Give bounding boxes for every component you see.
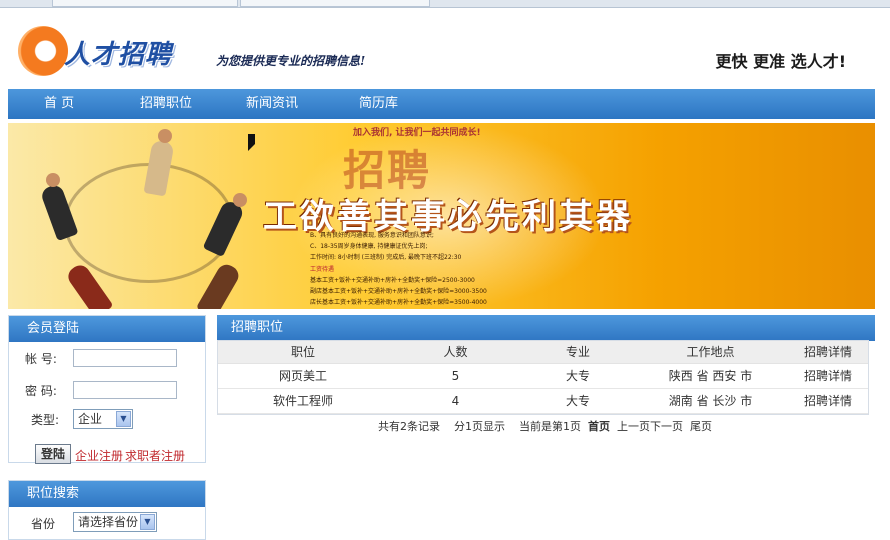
password-input[interactable] (73, 381, 177, 399)
login-panel: 会员登陆 帐 号: 密 码: 类型: 企业 ▼ 登陆 企业注册 求职者注册 (8, 315, 206, 464)
pager-prev-link[interactable]: 上一页 (617, 420, 650, 433)
browser-tab[interactable] (52, 0, 238, 7)
job-position[interactable]: 软件工程师 (218, 388, 388, 414)
job-location: 陕西 省 西安 市 (633, 363, 788, 389)
column-header-count: 人数 (388, 341, 523, 364)
table-row[interactable]: 网页美工 5 大专 陕西 省 西安 市 招聘详情 (218, 363, 868, 389)
banner-line: B、具有良好的沟通表现, 服务意识和团队意识; (310, 232, 434, 239)
account-label: 帐 号: (25, 352, 57, 366)
job-major: 大专 (523, 388, 633, 414)
jobs-panel-title: 招聘职位 (217, 315, 875, 341)
logo-emblem-icon (18, 26, 68, 76)
nav-item-resumes[interactable]: 简历库 (359, 89, 398, 119)
nav-item-jobs[interactable]: 招聘职位 (140, 89, 192, 119)
pager-next-link[interactable]: 下一页 (650, 420, 683, 433)
banner-person-head (46, 173, 60, 187)
company-register-link[interactable]: 企业注册 (75, 447, 123, 464)
logo-text: 人才招聘 (64, 40, 173, 70)
browser-tab-strip (0, 0, 890, 8)
jobs-table-header-row: 职位 人数 专业 工作地点 招聘详情 (218, 341, 868, 364)
province-label: 省份 (31, 517, 56, 531)
password-label: 密 码: (25, 384, 57, 398)
pager-pages: 分1页显示 (454, 420, 505, 433)
banner-line: C、18-35周岁身体健康, 持健康证优先上岗; (310, 243, 428, 250)
pagination: 共有2条记录 分1页显示 当前是第1页 首页 上一页下一页 尾页 (378, 418, 712, 434)
seeker-register-link[interactable]: 求职者注册 (125, 447, 185, 464)
nav-item-home[interactable]: 首 页 (44, 89, 74, 119)
user-type-select[interactable]: 企业 ▼ (73, 409, 133, 429)
pager-first-link[interactable]: 首页 (588, 420, 610, 433)
job-detail-link[interactable]: 招聘详情 (788, 363, 868, 389)
column-header-location: 工作地点 (633, 341, 788, 364)
column-header-major: 专业 (523, 341, 633, 364)
user-type-value: 企业 (78, 412, 103, 426)
browser-tab[interactable] (240, 0, 430, 7)
site-header: 人才招聘 为您提供更专业的招聘信息! 更快 更准 选人才! (0, 8, 890, 88)
province-value: 请选择省份 (78, 515, 139, 529)
banner-person-head (233, 193, 247, 207)
job-position[interactable]: 网页美工 (218, 363, 388, 389)
pager-total: 共有2条记录 (378, 420, 440, 433)
job-major: 大专 (523, 363, 633, 389)
banner-person-head (158, 129, 172, 143)
job-location: 湖南 省 长沙 市 (633, 388, 788, 414)
province-select[interactable]: 请选择省份 ▼ (73, 512, 157, 532)
banner-line: 工资待遇 (310, 266, 335, 273)
type-label: 类型: (31, 413, 60, 427)
chevron-down-icon: ▼ (116, 411, 131, 427)
column-header-detail: 招聘详情 (788, 341, 868, 364)
banner-line: 店长基本工资+饭补+交通补助+房补+全勤奖+保险=3500-4000 (310, 299, 487, 306)
column-header-position: 职位 (218, 341, 388, 364)
login-panel-title: 会员登陆 (9, 316, 205, 342)
jobs-table: 职位 人数 专业 工作地点 招聘详情 网页美工 5 大专 陕西 省 西安 市 招… (218, 341, 868, 414)
login-button[interactable]: 登陆 (35, 444, 71, 464)
site-logo[interactable]: 人才招聘 (18, 26, 218, 78)
job-search-panel: 职位搜索 省份 请选择省份 ▼ (8, 480, 206, 540)
banner-line: 副店基本工资+饭补+交通补助+房补+全勤奖+保险=3000-3500 (310, 288, 487, 295)
job-search-title: 职位搜索 (9, 481, 205, 507)
site-slogan: 为您提供更专业的招聘信息! (216, 54, 366, 68)
banner-line: 工作时间: 8小时制 (三班制) 完成后, 最晚下班不超22:30 (310, 254, 462, 261)
banner-line: 基本工资+饭补+交通补助+房补+全勤奖+保险=2500-3000 (310, 277, 475, 284)
job-count: 5 (388, 363, 523, 389)
table-row[interactable]: 软件工程师 4 大专 湖南 省 长沙 市 招聘详情 (218, 388, 868, 414)
pager-current: 当前是第1页 (519, 420, 581, 433)
site-tagline: 更快 更准 选人才! (715, 52, 846, 71)
hero-banner: 加入我们, 让我们一起共同成长! 招聘 工欲善其事必先利其器 B、具有良好的沟通… (8, 123, 875, 309)
mouse-cursor-icon (248, 134, 255, 151)
job-detail-link[interactable]: 招聘详情 (788, 388, 868, 414)
nav-item-news[interactable]: 新闻资讯 (246, 89, 298, 119)
pager-last-link[interactable]: 尾页 (690, 420, 712, 433)
main-nav: 首 页 招聘职位 新闻资讯 简历库 (8, 89, 875, 119)
job-count: 4 (388, 388, 523, 414)
account-input[interactable] (73, 349, 177, 367)
chevron-down-icon: ▼ (140, 514, 155, 530)
jobs-panel-header: 招聘职位 (217, 315, 875, 341)
